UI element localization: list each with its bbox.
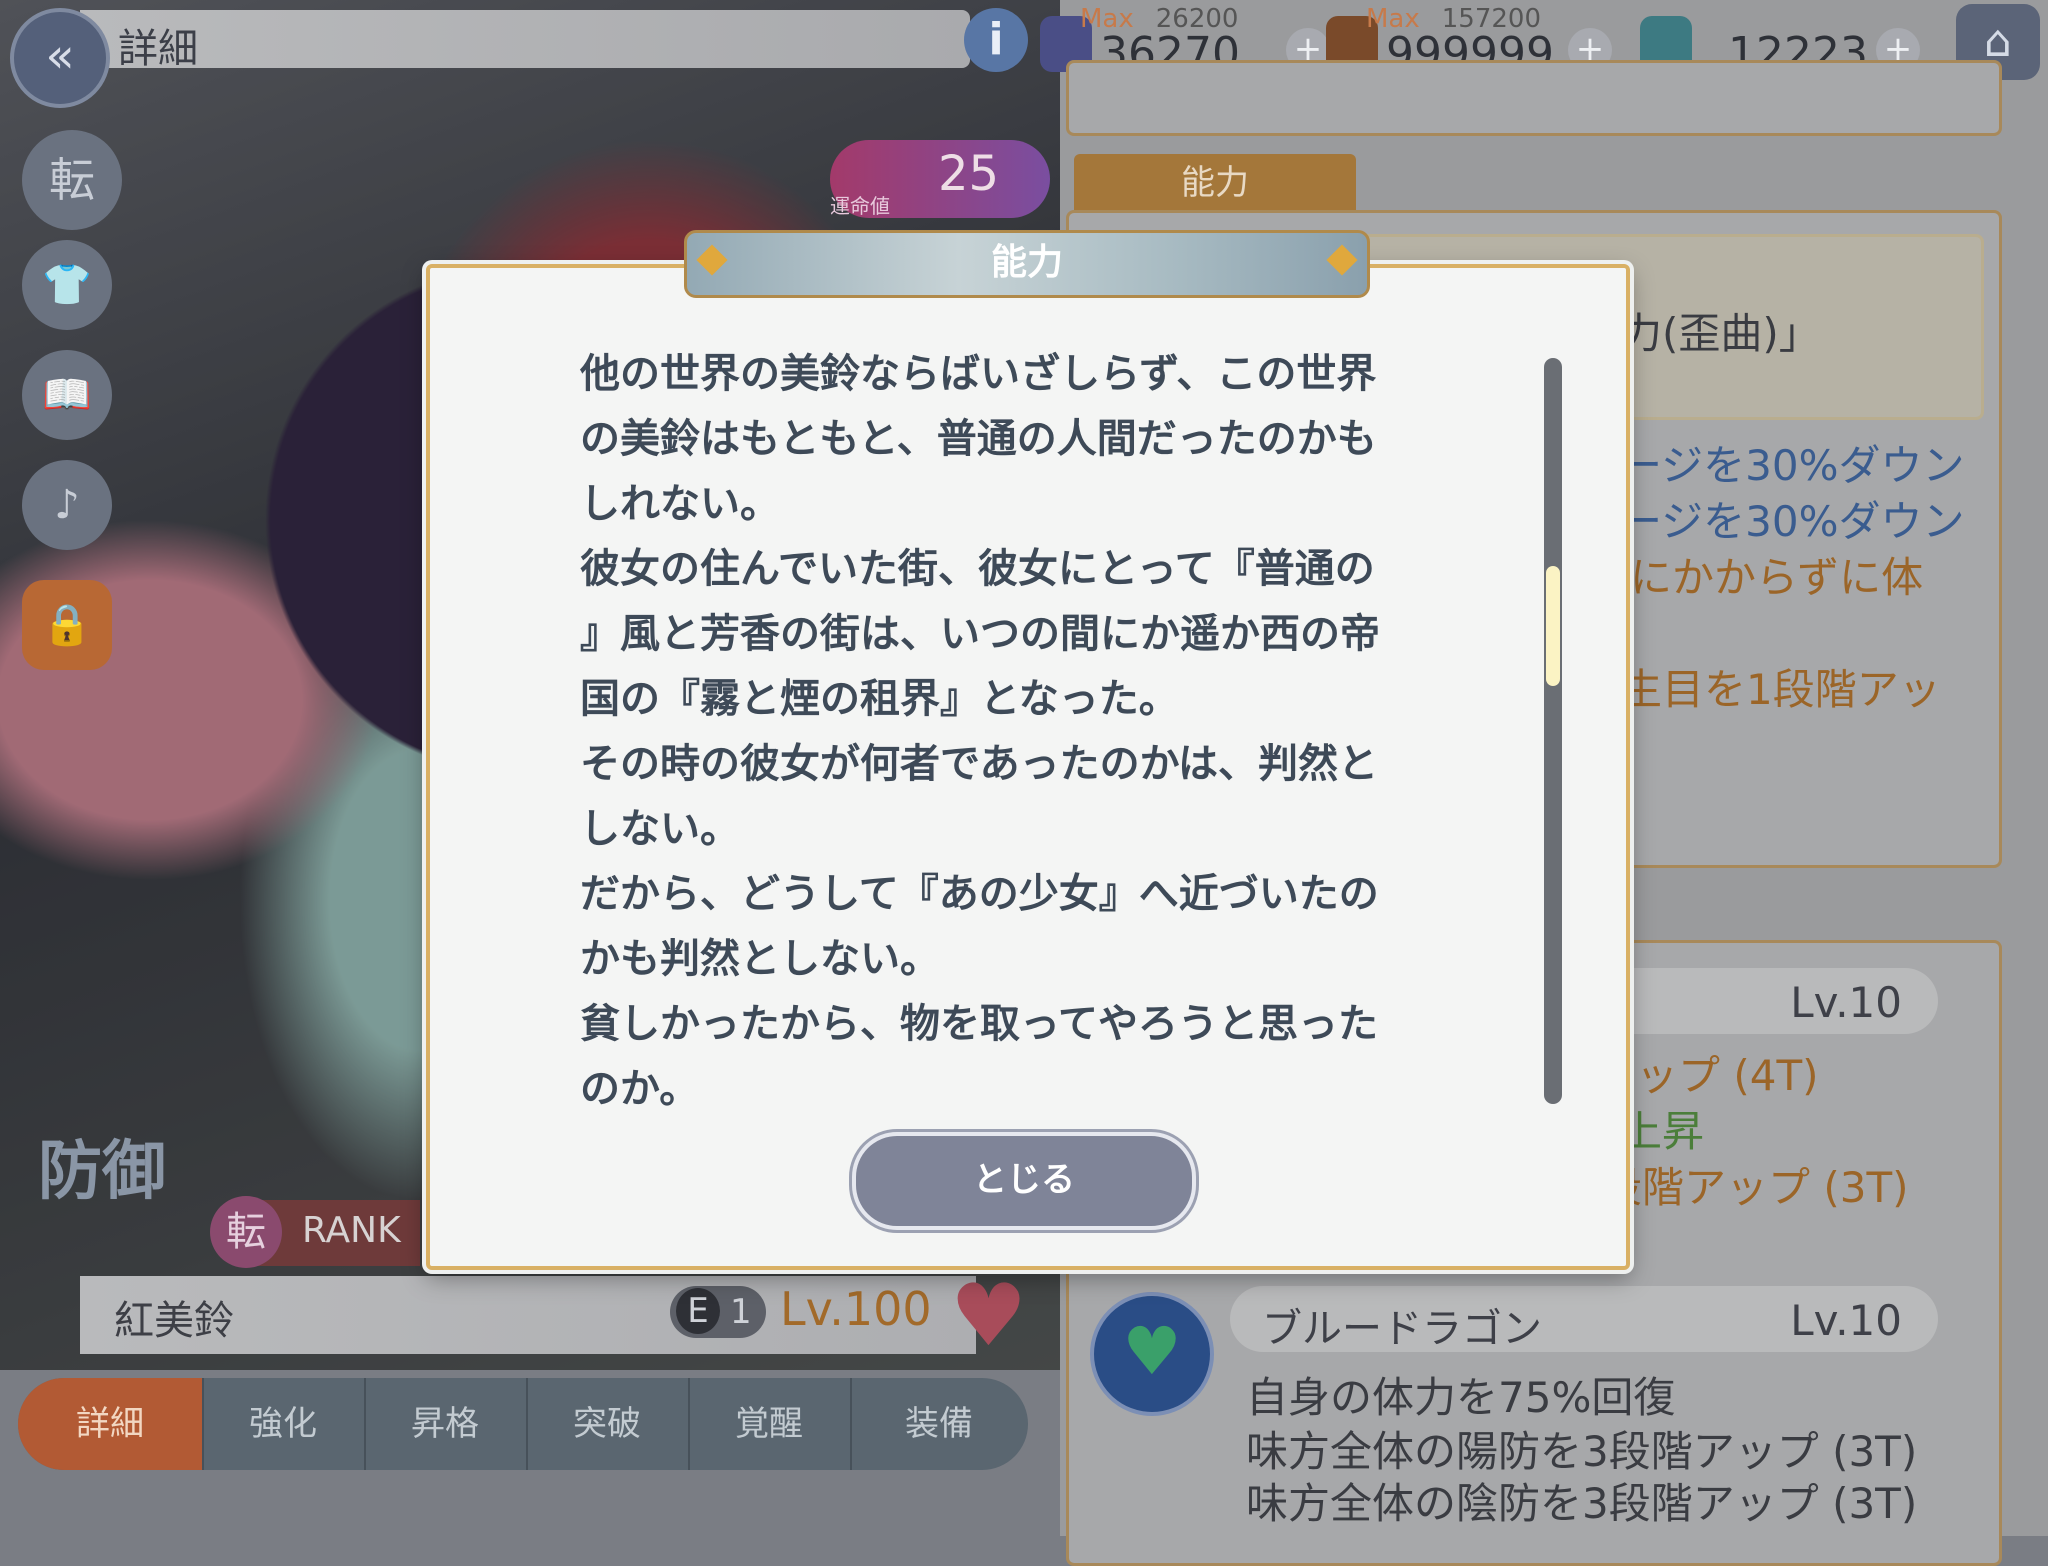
bottom-tabs: 詳細 強化 昇格 突破 覚醒 装備 [18, 1378, 1028, 1470]
voice-button[interactable]: ♪ [22, 460, 112, 550]
e-badge: E1 [670, 1286, 766, 1338]
modal-header: 能力 [684, 230, 1370, 298]
reincarnate-label: 転 [49, 153, 95, 207]
skill-line: 上昇 [1620, 1107, 1705, 1156]
character-name: 紅美鈴 [114, 1298, 234, 1344]
info-icon: i [988, 14, 1004, 65]
tab-detail[interactable]: 詳細 [18, 1378, 204, 1470]
luck-value: 25 [938, 146, 1000, 202]
skill-level: Lv.10 [1790, 978, 1902, 1027]
tab-breakthrough[interactable]: 突破 [526, 1378, 690, 1470]
luck-label: 運命値 [830, 194, 890, 218]
info-button[interactable]: i [964, 8, 1028, 72]
book-icon: 📖 [42, 372, 92, 418]
back-button[interactable]: « [10, 8, 110, 108]
scrollbar-thumb[interactable] [1546, 566, 1560, 686]
character-namebar: 紅美鈴 E1 Lv.100 [80, 1276, 976, 1354]
ability-line: ージを30%ダウン [1620, 497, 1965, 546]
tab-enhance[interactable]: 強化 [202, 1378, 366, 1470]
character-level: Lv.100 [780, 1282, 932, 1336]
skill-title: ブルードラゴン Lv.10 [1230, 1286, 1938, 1352]
skill-line: 段階アップ (3T) [1600, 1163, 1909, 1212]
rank-label: RANK [302, 1210, 401, 1251]
close-button[interactable]: とじる [852, 1132, 1196, 1230]
profile-book-button[interactable]: 📖 [22, 350, 112, 440]
modal-paragraph: 彼女の住んでいた街、彼女にとって『普通の 』風と芳香の街は、いつの間にか遥か西の… [580, 546, 1380, 722]
page-title: 詳細 [118, 26, 198, 72]
rank-tag: 転 RANK [210, 1196, 420, 1268]
modal-paragraph: 他の世界の美鈴ならばいざしらず、この世界 の美鈴はもともと、普通の人間だったのか… [580, 351, 1377, 527]
lock-icon: 🔒 [42, 602, 92, 648]
tab-promote[interactable]: 昇格 [364, 1378, 528, 1470]
ability-line: 生目を1段階アッ [1620, 665, 1941, 714]
modal-title: 能力 [990, 242, 1063, 283]
music-note-icon: ♪ [54, 482, 80, 528]
reincarnate-button[interactable]: 転 [22, 130, 122, 230]
ability-tab[interactable]: 能力 [1074, 154, 1356, 212]
upper-box [1066, 60, 2002, 136]
title-plate: 詳細 [80, 10, 970, 72]
ability-line: ージを30%ダウン [1620, 441, 1965, 490]
ability-line: にかからずに体 [1630, 553, 1924, 602]
modal-text: 他の世界の美鈴ならばいざしらず、この世界 の美鈴はもともと、普通の人間だったのか… [580, 342, 1470, 1122]
luck-badge: 運命値 25 [830, 140, 1050, 218]
skill-level: Lv.10 [1790, 1296, 1902, 1345]
scrollbar-track[interactable] [1544, 358, 1562, 1104]
shirt-icon: 👕 [42, 262, 92, 308]
e-label: E [676, 1288, 720, 1334]
modal-paragraph: 貧しかったから、物を取ってやろうと思った のか。 [580, 1001, 1378, 1112]
heart-skill-icon: ♥ [1090, 1292, 1214, 1416]
costume-button[interactable]: 👕 [22, 240, 112, 330]
modal-paragraph: その時の彼女が何者であったのかは、判然と しない。 [580, 741, 1378, 852]
skill-name: ブルードラゴン [1262, 1306, 1542, 1352]
skill-line: 自身の体力を75%回復 [1246, 1373, 1676, 1422]
diamond-right-icon [1326, 244, 1358, 276]
heart-icon[interactable]: ♥ [950, 1273, 1030, 1359]
diamond-left-icon [696, 244, 728, 276]
skill-line: 味方全体の陰防を3段階アップ (3T) [1246, 1479, 1918, 1528]
back-arrow-icon: « [45, 28, 75, 84]
ability-name: 力(歪曲)」 [1620, 309, 1821, 358]
lock-button[interactable]: 🔒 [22, 580, 112, 670]
modal-paragraph: だから、どうして『あの少女』へ近づいたの かも判然としない。 [580, 871, 1379, 982]
tab-awaken[interactable]: 覚醒 [688, 1378, 852, 1470]
e-value: 1 [730, 1292, 752, 1332]
rank-ten: 転 [210, 1196, 282, 1268]
type-label: 防御 [38, 1135, 166, 1209]
tab-equip[interactable]: 装備 [850, 1378, 1028, 1470]
